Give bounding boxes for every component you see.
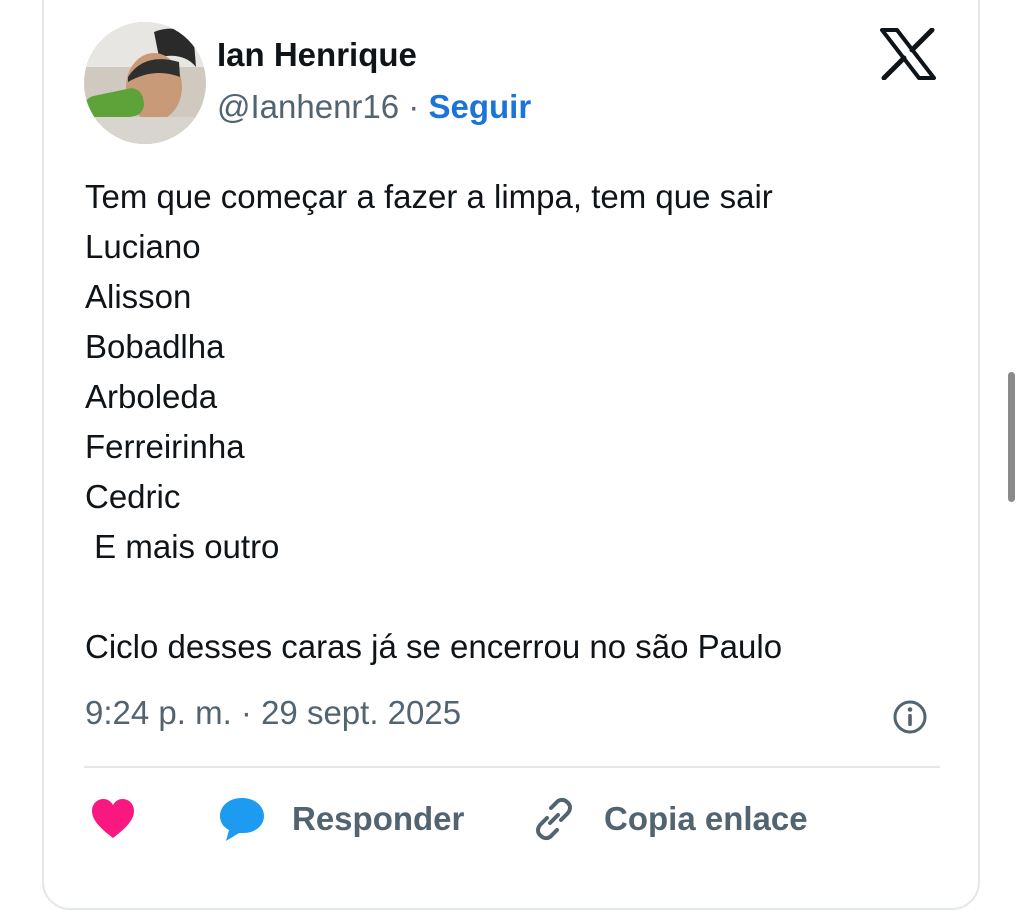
avatar[interactable] [84, 22, 206, 144]
handle-line: @Ianhenr16 · Seguir [217, 88, 531, 126]
link-icon [536, 797, 572, 841]
follow-button[interactable]: Seguir [428, 88, 531, 125]
scrollbar[interactable] [1008, 372, 1015, 502]
tweet-timestamp[interactable]: 9:24 p. m. · 29 sept. 2025 [85, 694, 461, 732]
divider [84, 766, 940, 768]
tweet-text: Tem que começar a fazer a limpa, tem que… [85, 178, 783, 665]
reply-label: Responder [292, 800, 465, 837]
copy-link-button[interactable]: Copia enlace [530, 795, 808, 843]
author-handle[interactable]: @Ianhenr16 [217, 88, 399, 125]
x-logo-icon[interactable] [880, 27, 936, 81]
like-button[interactable] [90, 795, 136, 843]
copy-link-label: Copia enlace [604, 800, 808, 837]
info-icon[interactable] [892, 699, 928, 735]
handle-separator: · [399, 88, 429, 125]
speech-bubble-icon [220, 798, 264, 841]
author-name[interactable]: Ian Henrique [217, 36, 417, 74]
reply-button[interactable]: Responder [218, 795, 464, 843]
heart-icon [92, 799, 134, 838]
